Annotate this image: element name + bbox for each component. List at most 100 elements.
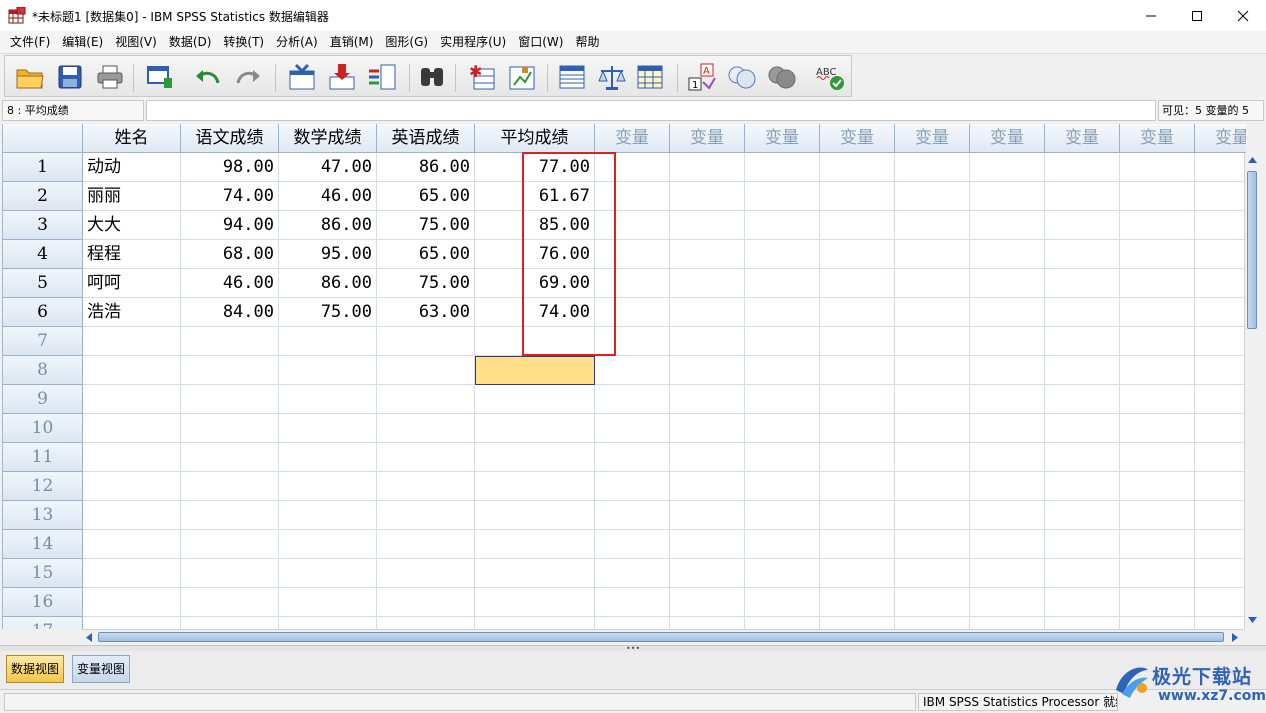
data-cell[interactable] (1120, 530, 1195, 559)
data-cell[interactable]: 74.00 (475, 298, 595, 327)
data-cell[interactable] (895, 501, 970, 530)
data-cell[interactable] (820, 356, 895, 385)
scroll-left-arrow[interactable] (82, 630, 96, 644)
data-cell[interactable]: 75.00 (279, 298, 377, 327)
data-cell[interactable]: 68.00 (181, 240, 279, 269)
row-number[interactable]: 16 (3, 588, 83, 617)
tab-data-view[interactable]: 数据视图 (6, 655, 65, 683)
data-cell[interactable]: 77.00 (475, 153, 595, 182)
data-cell[interactable] (1120, 443, 1195, 472)
data-cell[interactable] (1120, 211, 1195, 240)
goto-variable-button[interactable] (325, 60, 359, 94)
data-cell[interactable] (1120, 559, 1195, 588)
data-cell[interactable] (895, 211, 970, 240)
data-cell[interactable] (895, 356, 970, 385)
data-cell[interactable]: 65.00 (377, 240, 475, 269)
data-cell[interactable] (895, 617, 970, 629)
data-cell[interactable] (970, 211, 1045, 240)
data-cell[interactable] (279, 530, 377, 559)
data-cell[interactable] (377, 530, 475, 559)
data-cell[interactable] (1120, 385, 1195, 414)
data-cell[interactable] (970, 530, 1045, 559)
data-cell[interactable] (595, 617, 670, 629)
data-cell[interactable] (595, 240, 670, 269)
scroll-up-arrow[interactable] (1245, 153, 1260, 167)
data-cell[interactable] (595, 298, 670, 327)
data-cell[interactable]: 85.00 (475, 211, 595, 240)
data-cell[interactable] (745, 559, 820, 588)
column-header[interactable]: 语文成绩 (181, 124, 279, 153)
data-cell[interactable] (1120, 501, 1195, 530)
data-cell[interactable] (1045, 617, 1120, 629)
data-cell[interactable] (970, 182, 1045, 211)
data-cell[interactable]: 丽丽 (83, 182, 181, 211)
data-cell[interactable] (1045, 414, 1120, 443)
row-number[interactable]: 1 (3, 153, 83, 182)
data-cell[interactable] (1120, 327, 1195, 356)
data-cell[interactable] (970, 617, 1045, 629)
data-cell[interactable] (970, 356, 1045, 385)
data-cell[interactable] (1045, 472, 1120, 501)
data-cell[interactable] (181, 414, 279, 443)
data-cell[interactable] (377, 443, 475, 472)
data-cell[interactable] (745, 443, 820, 472)
data-cell[interactable] (1195, 327, 1246, 356)
data-cell[interactable] (1045, 269, 1120, 298)
data-cell[interactable] (595, 559, 670, 588)
redo-button[interactable] (231, 60, 265, 94)
column-header[interactable]: 变量 (595, 124, 670, 153)
data-cell[interactable] (83, 356, 181, 385)
data-cell[interactable]: 74.00 (181, 182, 279, 211)
menu-edit[interactable]: 编辑(E) (56, 32, 109, 52)
data-cell[interactable] (895, 559, 970, 588)
data-cell[interactable] (377, 588, 475, 617)
data-cell[interactable] (820, 617, 895, 629)
column-header[interactable]: 变量 (745, 124, 820, 153)
data-cell[interactable] (670, 617, 745, 629)
data-cell[interactable] (1195, 240, 1246, 269)
data-cell[interactable] (475, 385, 595, 414)
data-cell[interactable] (181, 327, 279, 356)
data-cell[interactable]: 95.00 (279, 240, 377, 269)
data-cell[interactable] (595, 153, 670, 182)
data-cell[interactable] (745, 385, 820, 414)
data-cell[interactable] (745, 588, 820, 617)
spell-check-button[interactable]: ABC (813, 60, 847, 94)
data-cell[interactable] (475, 559, 595, 588)
data-cell[interactable] (895, 269, 970, 298)
data-cell[interactable] (670, 153, 745, 182)
data-cell[interactable] (377, 501, 475, 530)
data-cell[interactable] (377, 414, 475, 443)
open-button[interactable] (13, 60, 47, 94)
data-cell[interactable] (181, 472, 279, 501)
data-cell[interactable] (181, 617, 279, 629)
data-cell[interactable] (377, 617, 475, 629)
data-cell[interactable] (595, 588, 670, 617)
data-cell[interactable] (475, 501, 595, 530)
data-cell[interactable] (745, 617, 820, 629)
data-cell[interactable] (895, 588, 970, 617)
data-cell[interactable] (1120, 617, 1195, 629)
data-cell[interactable]: 呵呵 (83, 269, 181, 298)
menu-analyze[interactable]: 分析(A) (270, 32, 324, 52)
data-cell[interactable]: 75.00 (377, 211, 475, 240)
data-cell[interactable] (83, 530, 181, 559)
data-cell[interactable] (670, 443, 745, 472)
column-header[interactable]: 英语成绩 (377, 124, 475, 153)
data-cell[interactable]: 86.00 (279, 269, 377, 298)
data-cell[interactable] (279, 414, 377, 443)
data-cell[interactable] (1045, 211, 1120, 240)
menu-transform[interactable]: 转换(T) (217, 32, 270, 52)
tab-variable-view[interactable]: 变量视图 (72, 655, 131, 683)
selected-cell[interactable] (475, 356, 595, 385)
data-cell[interactable] (820, 559, 895, 588)
horizontal-scroll-thumb[interactable] (98, 632, 1224, 642)
data-cell[interactable] (181, 559, 279, 588)
data-cell[interactable] (895, 472, 970, 501)
data-cell[interactable] (1195, 588, 1246, 617)
horizontal-scrollbar[interactable] (82, 629, 1244, 644)
data-cell[interactable] (670, 240, 745, 269)
scroll-right-arrow[interactable] (1228, 630, 1242, 644)
data-cell[interactable] (83, 588, 181, 617)
data-cell[interactable] (970, 501, 1045, 530)
